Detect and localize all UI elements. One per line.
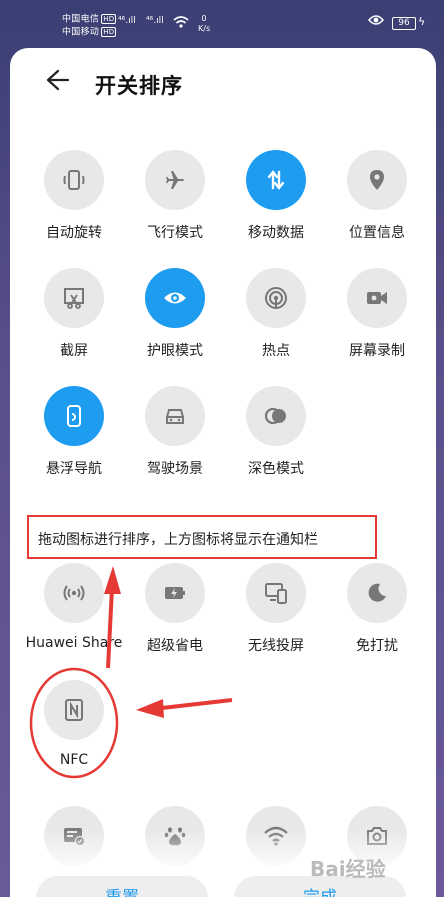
toggle-tile[interactable]: 位置信息 [327, 150, 427, 260]
carrier-telecom: 中国电信 HD [62, 14, 117, 25]
toggle-tile[interactable]: 悬浮导航 [24, 386, 124, 496]
net-speed: 0 K/s [198, 14, 211, 33]
toggle-tile[interactable]: 截屏 [24, 268, 124, 378]
dark-mode-icon[interactable] [246, 386, 306, 446]
driving-icon[interactable] [145, 386, 205, 446]
toggle-tile[interactable]: 驾驶场景 [125, 386, 225, 496]
toggle-tile[interactable]: 护眼模式 [125, 268, 225, 378]
status-bar: 中国电信 HD 中国移动 HD ⁴⁶.ıll ⁴⁶.ıll 0 K/s 96 ϟ [0, 0, 444, 48]
toggle-tile[interactable]: NFC [24, 680, 124, 790]
toggle-tile[interactable]: 移动数据 [226, 150, 326, 260]
page-title: 开关排序 [95, 74, 183, 98]
screen-record-icon[interactable] [347, 268, 407, 328]
toggle-tile[interactable]: 屏幕录制 [327, 268, 427, 378]
floating-nav-icon[interactable] [44, 386, 104, 446]
reset-button[interactable]: 重置 [36, 876, 208, 897]
charging-icon: ϟ [418, 15, 426, 28]
nfc-icon[interactable] [44, 680, 104, 740]
toggle-tile[interactable]: 超级省电 [125, 563, 225, 673]
toggle-label: NFC [59, 752, 89, 768]
carrier-mobile: 中国移动 HD [62, 27, 117, 38]
location-icon[interactable] [347, 150, 407, 210]
wifi-icon [173, 15, 189, 33]
mobile-data-icon[interactable] [246, 150, 306, 210]
screenshot-icon[interactable] [44, 268, 104, 328]
airplane-icon[interactable] [145, 150, 205, 210]
battery-saver-icon[interactable] [145, 563, 205, 623]
battery-icon: 96 [392, 17, 416, 30]
auto-rotate-icon[interactable] [44, 150, 104, 210]
toggle-tile[interactable]: 自动旋转 [24, 150, 124, 260]
signal-icon: ⁴⁶.ıll [118, 16, 136, 26]
hint-text: 拖动图标进行排序，上方图标将显示在通知栏 [38, 532, 318, 548]
hint-box: 拖动图标进行排序，上方图标将显示在通知栏 [27, 515, 377, 559]
toggle-label: 位置信息 [349, 225, 405, 241]
eye-comfort-icon[interactable] [145, 268, 205, 328]
back-arrow-icon[interactable] [44, 67, 74, 97]
toggle-label: 深色模式 [248, 461, 304, 477]
toggle-tile[interactable]: 飞行模式 [125, 150, 225, 260]
toggle-tile[interactable]: 热点 [226, 268, 326, 378]
toggle-tile[interactable]: 免打扰 [327, 563, 427, 673]
wireless-projection-icon[interactable] [246, 563, 306, 623]
settings-panel: 开关排序 自动旋转 飞行模式 移动数据位置信息截屏 护眼模式 热点屏幕录制悬浮导航 驾驶场… [10, 48, 436, 897]
watermark: Bai经验 [310, 857, 386, 881]
do-not-disturb-icon[interactable] [347, 563, 407, 623]
hotspot-icon[interactable] [246, 268, 306, 328]
toggle-tile[interactable]: 深色模式 [226, 386, 326, 496]
toggle-tile[interactable]: Huawei Share [24, 563, 124, 673]
toggle-tile[interactable]: 无线投屏 [226, 563, 326, 673]
eye-comfort-icon [368, 14, 384, 30]
signal-icon: ⁴⁶.ıll [146, 16, 164, 26]
toggle-label: 屏幕录制 [349, 343, 405, 359]
toggle-label: 免打扰 [356, 638, 398, 654]
huawei-share-icon[interactable] [44, 563, 104, 623]
